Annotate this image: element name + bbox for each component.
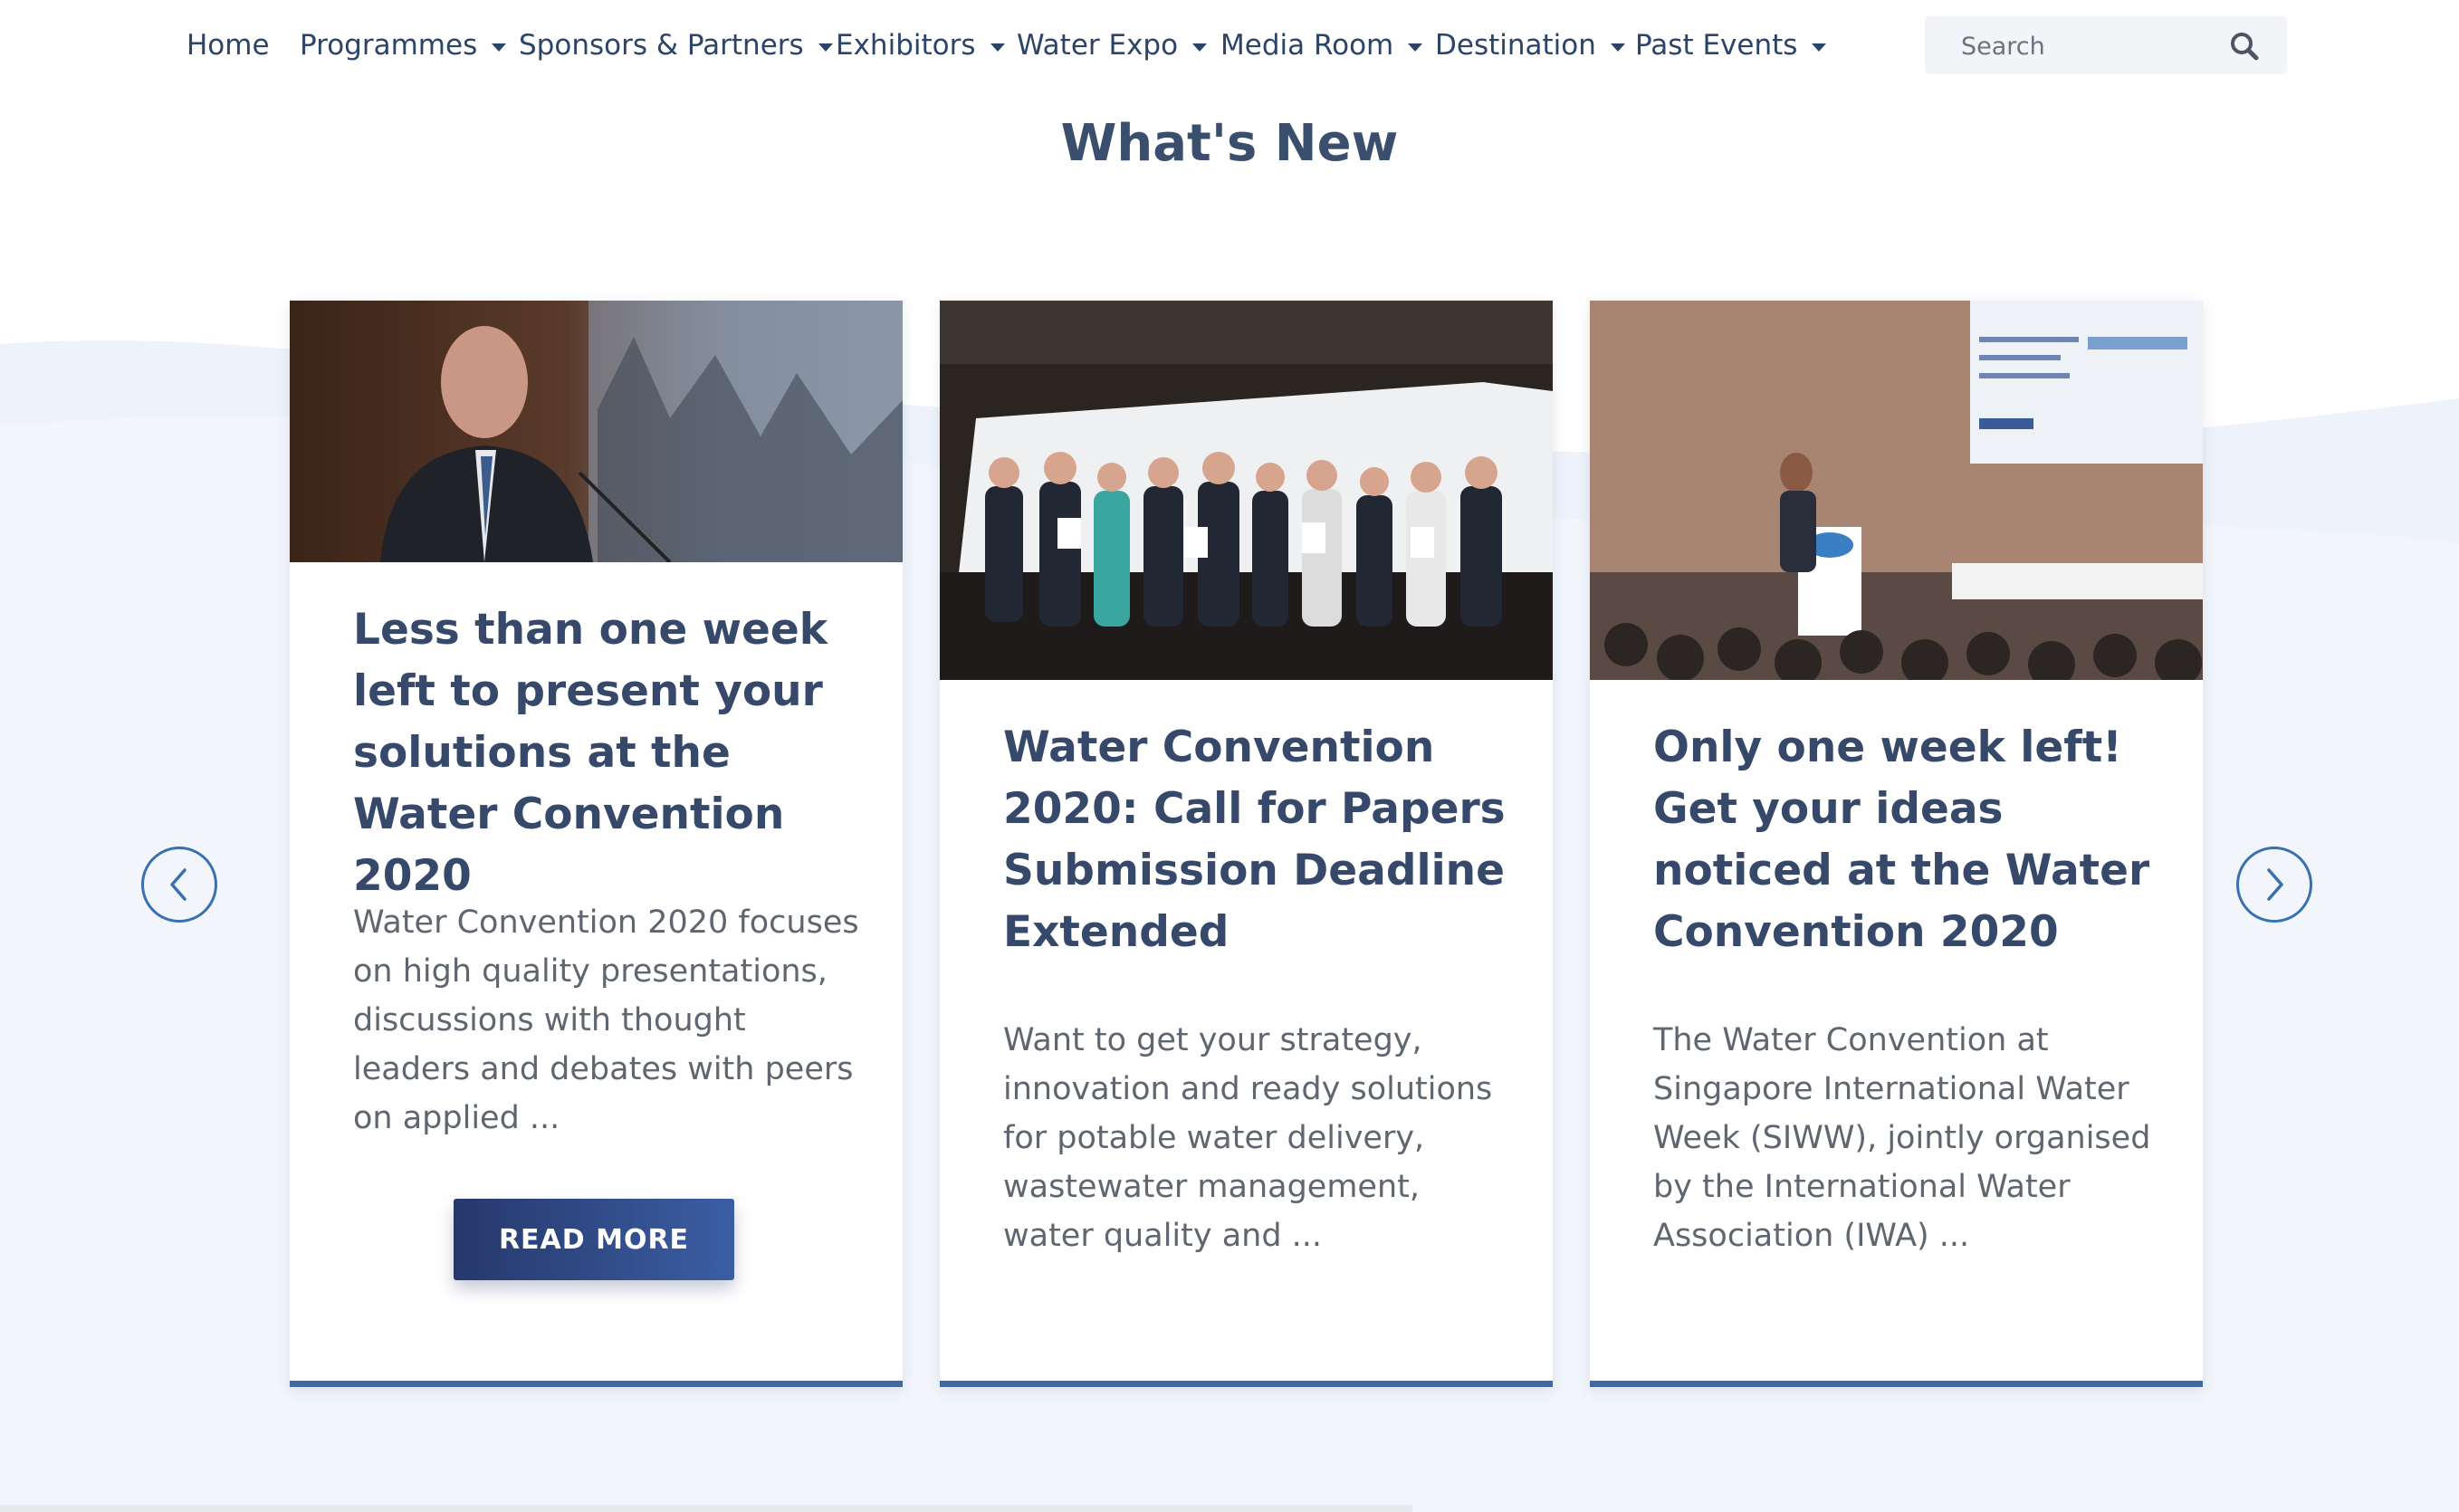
read-more-button[interactable]: READ MORE xyxy=(454,1199,734,1280)
card-image-group-photo xyxy=(940,301,1553,680)
caret-down-icon xyxy=(990,43,1005,52)
card-image-speaker xyxy=(290,301,903,562)
carousel-prev-button[interactable] xyxy=(141,847,217,923)
nav-label: Programmes xyxy=(300,29,478,62)
nav-label: Water Expo xyxy=(1017,29,1179,62)
card-title[interactable]: Water Convention 2020: Call for Papers S… xyxy=(1003,717,1510,963)
nav-item-past-events[interactable]: Past Events xyxy=(1635,25,1827,65)
nav-label: Media Room xyxy=(1220,29,1394,62)
search-box xyxy=(1925,16,2287,74)
caret-down-icon xyxy=(1610,43,1625,52)
card-accent-bar xyxy=(1590,1381,2203,1387)
nav-item-media-room[interactable]: Media Room xyxy=(1220,25,1423,65)
nav-item-programmes[interactable]: Programmes xyxy=(300,25,507,65)
section-title: What's New xyxy=(1060,114,1399,173)
nav-label: Sponsors & Partners xyxy=(519,29,804,62)
caret-down-icon xyxy=(492,43,507,52)
top-nav: Home Programmes Sponsors & Partners Exhi… xyxy=(0,0,2459,91)
nav-item-water-expo[interactable]: Water Expo xyxy=(1017,25,1208,65)
card-accent-bar xyxy=(290,1381,903,1387)
caret-down-icon xyxy=(1408,43,1423,52)
nav-label: Home xyxy=(187,29,270,62)
news-card[interactable]: Less than one week left to present your … xyxy=(290,301,903,1387)
nav-item-exhibitors[interactable]: Exhibitors xyxy=(836,25,1005,65)
caret-down-icon xyxy=(1192,43,1208,52)
caret-down-icon xyxy=(1812,43,1827,52)
search-icon[interactable] xyxy=(2229,31,2260,62)
search-input[interactable] xyxy=(1959,27,2225,65)
card-excerpt: The Water Convention at Singapore Intern… xyxy=(1653,1022,2151,1254)
news-card[interactable]: Only one week left! Get your ideas notic… xyxy=(1590,301,2203,1387)
nav-label: Past Events xyxy=(1635,29,1798,62)
nav-item-destination[interactable]: Destination xyxy=(1435,25,1625,65)
news-card[interactable]: Water Convention 2020: Call for Papers S… xyxy=(940,301,1553,1387)
card-title[interactable]: Less than one week left to present your … xyxy=(353,599,860,907)
carousel-next-button[interactable] xyxy=(2236,847,2312,923)
caret-down-icon xyxy=(818,43,833,52)
card-accent-bar xyxy=(940,1381,1553,1387)
nav-item-home[interactable]: Home xyxy=(187,25,270,65)
card-excerpt: Want to get your strategy, innovation an… xyxy=(1003,1022,1493,1254)
card-excerpt: Water Convention 2020 focuses on high qu… xyxy=(353,904,859,1136)
nav-item-sponsors-partners[interactable]: Sponsors & Partners xyxy=(519,25,833,65)
nav-label: Exhibitors xyxy=(836,29,976,62)
card-title[interactable]: Only one week left! Get your ideas notic… xyxy=(1653,717,2160,963)
card-image-conference xyxy=(1590,301,2203,680)
chevron-right-icon xyxy=(2267,868,2283,901)
chevron-left-icon xyxy=(170,868,187,901)
nav-label: Destination xyxy=(1435,29,1596,62)
